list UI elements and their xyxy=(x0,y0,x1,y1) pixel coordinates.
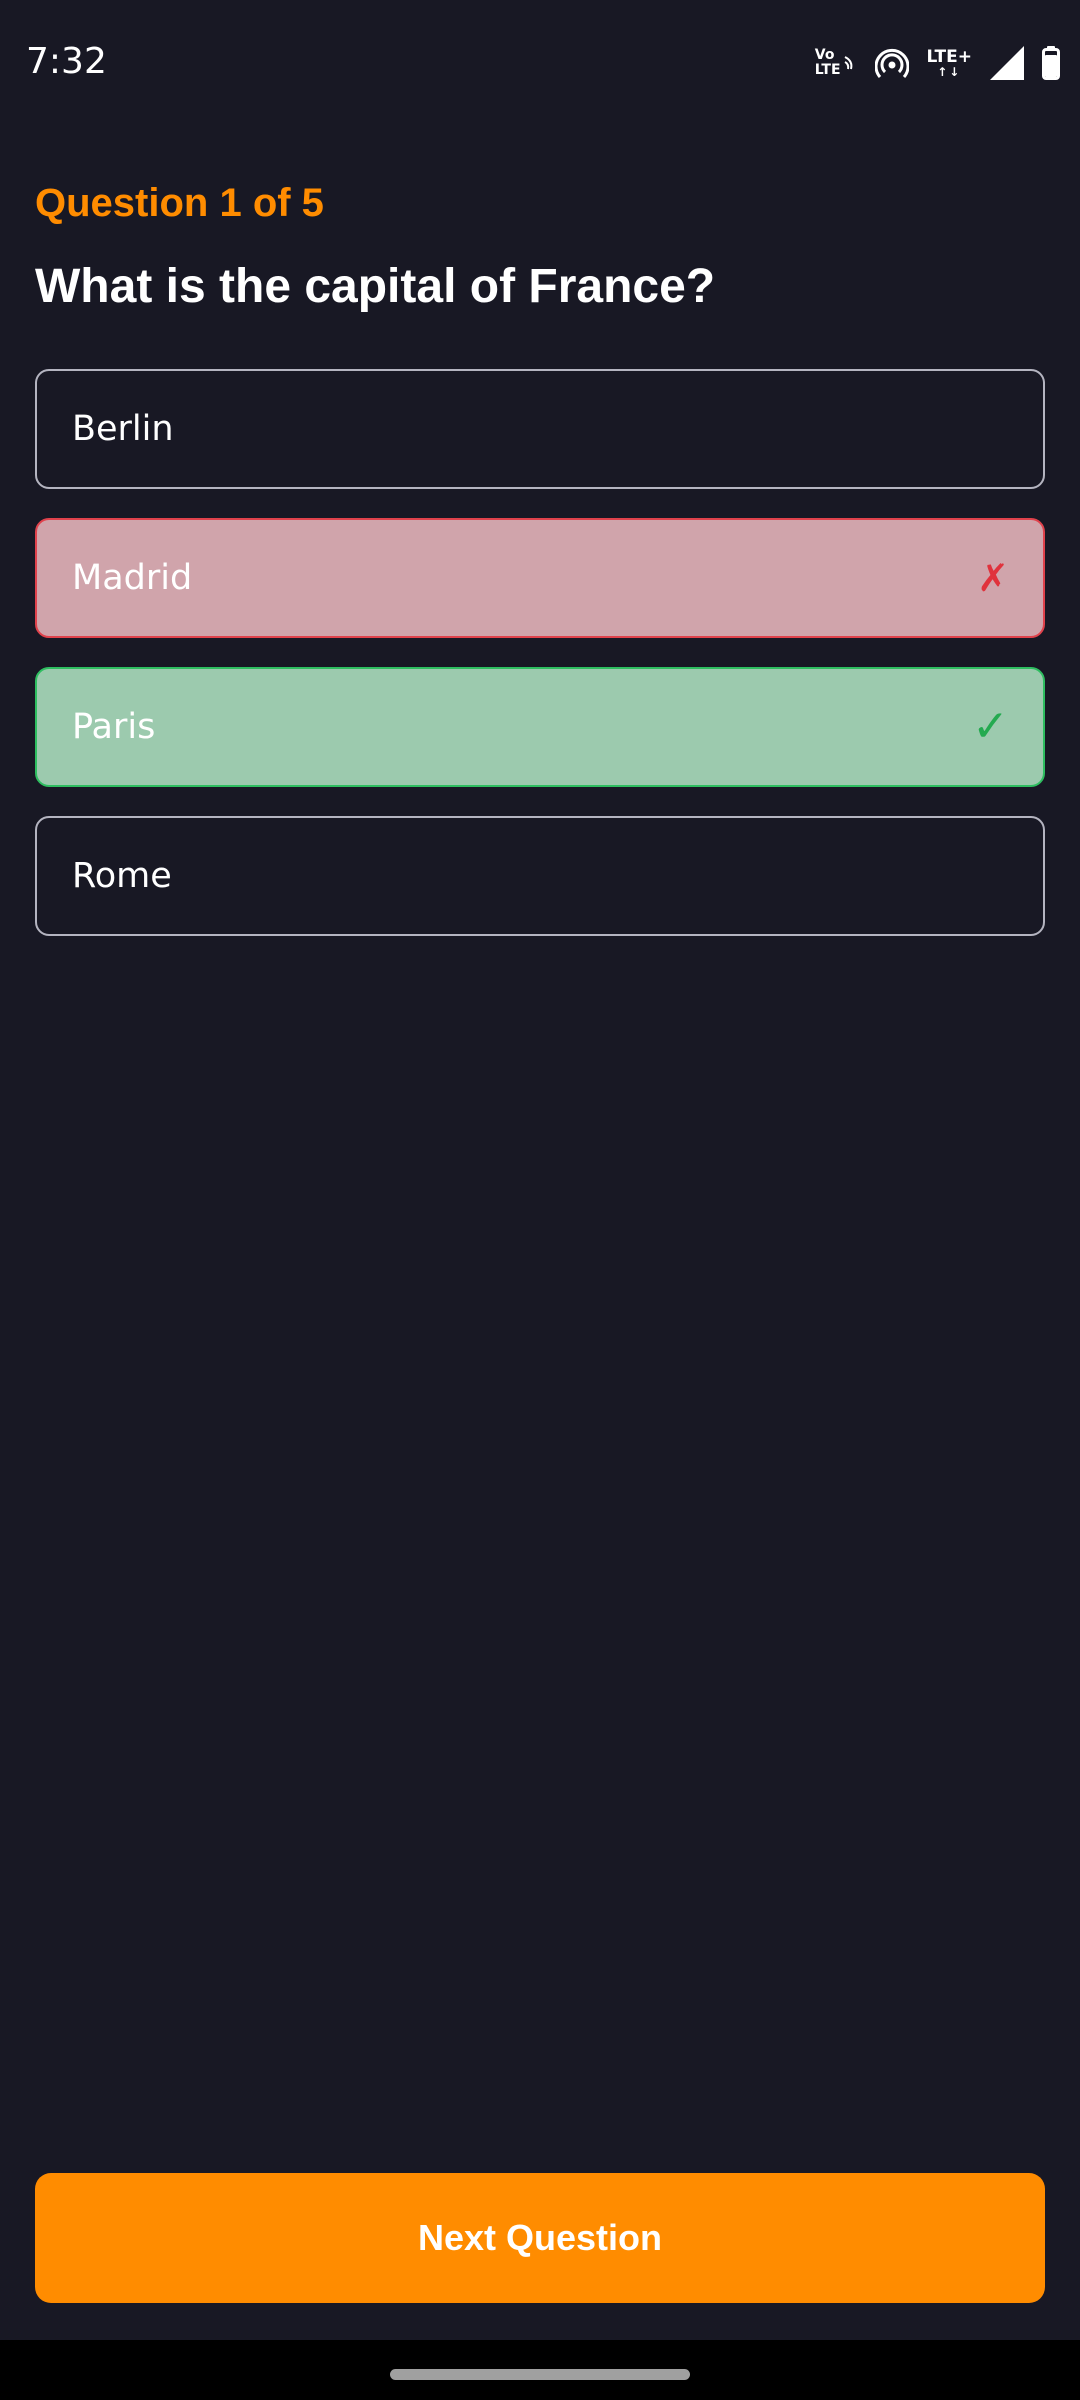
volte-label-top: Vo xyxy=(814,47,835,63)
option-paris[interactable]: Paris ✓ xyxy=(35,667,1045,787)
wrong-mark-icon: ✗ xyxy=(977,556,1009,600)
option-rome[interactable]: Rome xyxy=(35,816,1045,936)
status-bar: 7:32 Vo LTE LTE+ ↑↓ xyxy=(0,0,1080,124)
network-label: LTE+ xyxy=(926,47,972,67)
question-title: What is the capital of France? xyxy=(35,260,716,313)
volte-icon: Vo LTE xyxy=(815,48,857,78)
option-madrid[interactable]: Madrid ✗ xyxy=(35,518,1045,638)
lte-plus-icon: LTE+ ↑↓ xyxy=(927,48,972,78)
next-question-label: Next Question xyxy=(417,2217,663,2258)
network-arrows: ↑↓ xyxy=(937,65,962,79)
option-label: Madrid xyxy=(72,558,193,598)
option-berlin[interactable]: Berlin xyxy=(35,369,1045,489)
check-mark-icon: ✓ xyxy=(972,701,1009,752)
battery-icon xyxy=(1042,46,1060,80)
navigation-bar xyxy=(0,2340,1080,2400)
option-label: Berlin xyxy=(72,409,174,449)
home-indicator[interactable] xyxy=(390,2369,690,2380)
signal-icon xyxy=(990,46,1024,80)
status-icons: Vo LTE LTE+ ↑↓ xyxy=(815,40,1060,86)
option-label: Rome xyxy=(72,856,172,896)
option-label: Paris xyxy=(72,707,156,747)
status-time: 7:32 xyxy=(26,41,107,82)
question-counter: Question 1 of 5 xyxy=(35,181,324,225)
hotspot-icon xyxy=(874,48,909,78)
volte-label-bottom: LTE xyxy=(814,62,841,78)
next-question-button[interactable]: Next Question xyxy=(35,2173,1045,2303)
answer-options: Berlin Madrid ✗ Paris ✓ Rome xyxy=(35,369,1045,965)
volte-wave-icon xyxy=(844,56,852,70)
